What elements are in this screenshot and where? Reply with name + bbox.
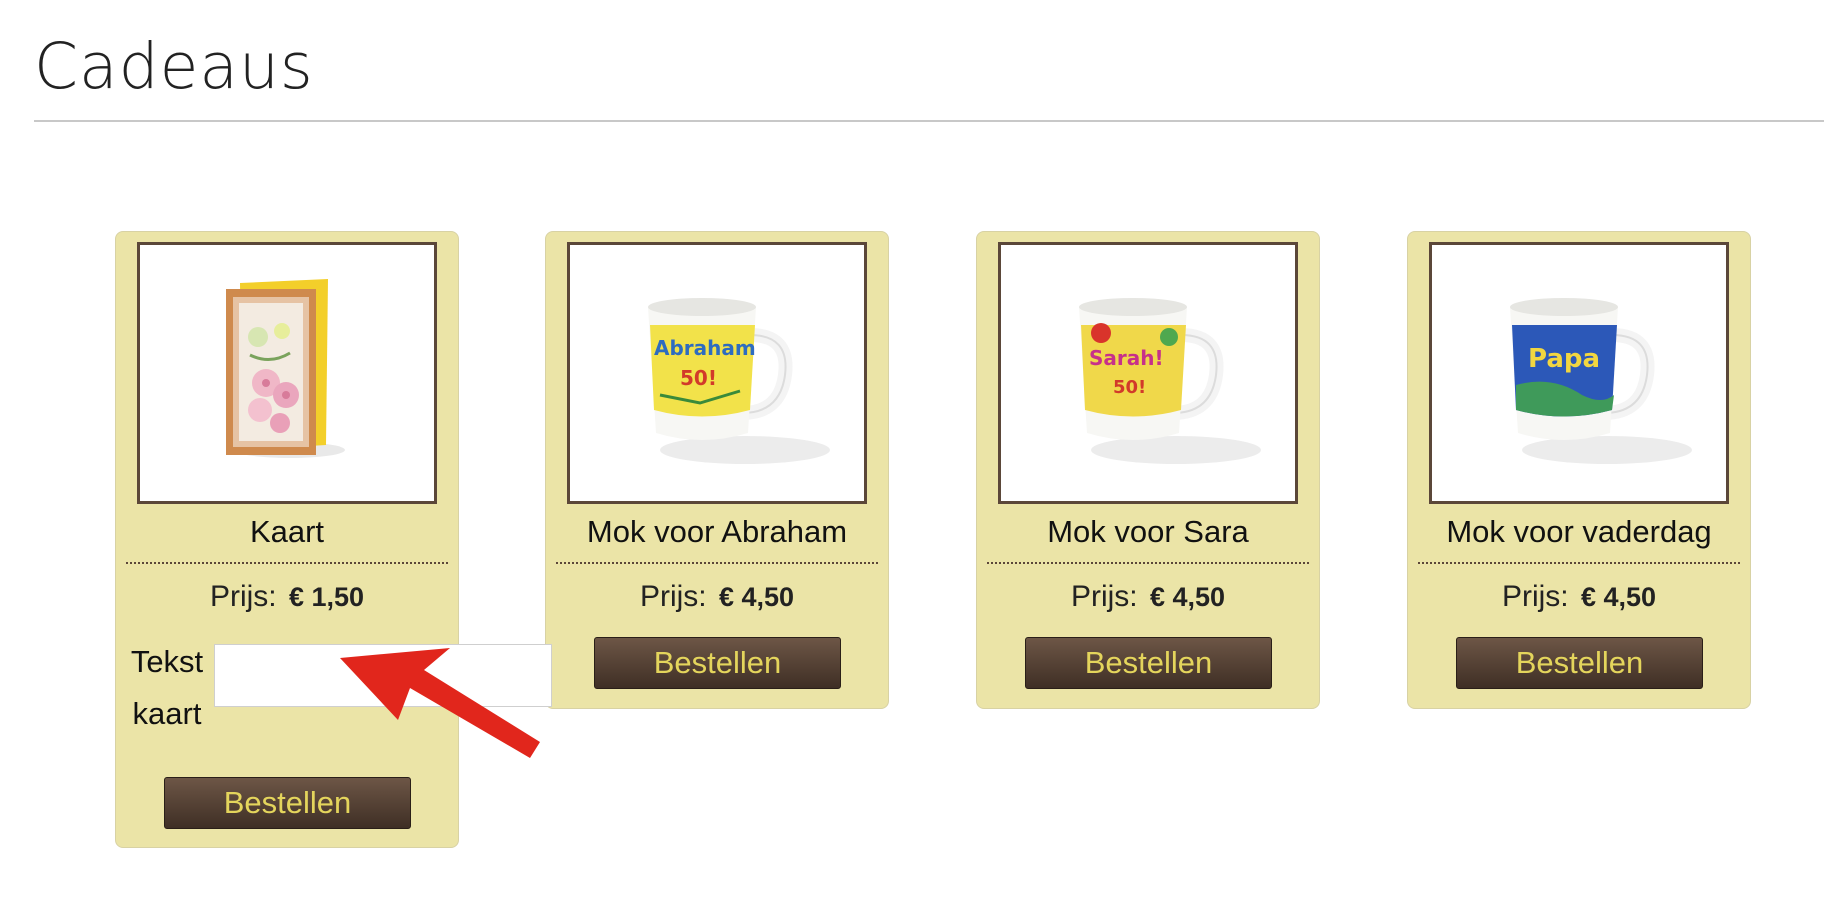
price-label: Prijs: — [209, 580, 277, 613]
mug-image: Abraham 50! — [570, 245, 864, 501]
price-label: Prijs: — [1070, 580, 1138, 613]
text-card-label: Tekst kaart — [130, 644, 204, 731]
product-image-kaart[interactable] — [137, 242, 437, 504]
mug-text: Sarah! — [1089, 346, 1164, 370]
order-button-mok-sara[interactable]: Bestellen — [1025, 637, 1272, 689]
page-title: Cadeaus — [34, 30, 314, 103]
price-line: Prijs: € 1,50 — [116, 580, 458, 614]
product-card-kaart: Kaart Prijs: € 1,50 Tekst kaart Bestelle… — [115, 231, 552, 848]
price-value: € 4,50 — [1149, 582, 1226, 612]
mug-number: 50! — [680, 366, 717, 390]
price-value: € 4,50 — [1580, 582, 1657, 612]
product-image-mok-abraham[interactable]: Abraham 50! — [567, 242, 867, 504]
order-button-mok-vaderdag[interactable]: Bestellen — [1456, 637, 1703, 689]
product-image-mok-sara[interactable]: Sarah! 50! — [998, 242, 1298, 504]
product-image-mok-vaderdag[interactable]: Papa — [1429, 242, 1729, 504]
price-label: Prijs: — [639, 580, 707, 613]
product-card-mok-abraham: Abraham 50! Mok voor Abraham Prijs: € 4,… — [545, 231, 889, 709]
product-card-mok-vaderdag: Papa Mok voor vaderdag Prijs: € 4,50 Bes… — [1407, 231, 1751, 709]
price-label: Prijs: — [1501, 580, 1569, 613]
product-name: Kaart — [126, 514, 448, 564]
price-value: € 4,50 — [718, 582, 795, 612]
mug-text: Abraham — [654, 336, 756, 360]
mug-image: Sarah! 50! — [1001, 245, 1295, 501]
product-name: Mok voor Sara — [987, 514, 1309, 564]
order-button-kaart[interactable]: Bestellen — [164, 777, 411, 829]
mug-image: Papa — [1432, 245, 1726, 501]
price-line: Prijs: € 4,50 — [977, 580, 1319, 614]
product-card-mok-sara: Sarah! 50! Mok voor Sara Prijs: € 4,50 B… — [976, 231, 1320, 709]
title-divider — [34, 120, 1824, 122]
product-name: Mok voor vaderdag — [1418, 514, 1740, 564]
greeting-card-image — [140, 245, 434, 501]
order-button-mok-abraham[interactable]: Bestellen — [594, 637, 841, 689]
price-value: € 1,50 — [288, 582, 365, 612]
mug-text: Papa — [1528, 344, 1600, 374]
product-name: Mok voor Abraham — [556, 514, 878, 564]
text-card-input[interactable] — [214, 644, 552, 707]
price-line: Prijs: € 4,50 — [546, 580, 888, 614]
mug-number: 50! — [1113, 377, 1146, 398]
price-line: Prijs: € 4,50 — [1408, 580, 1750, 614]
